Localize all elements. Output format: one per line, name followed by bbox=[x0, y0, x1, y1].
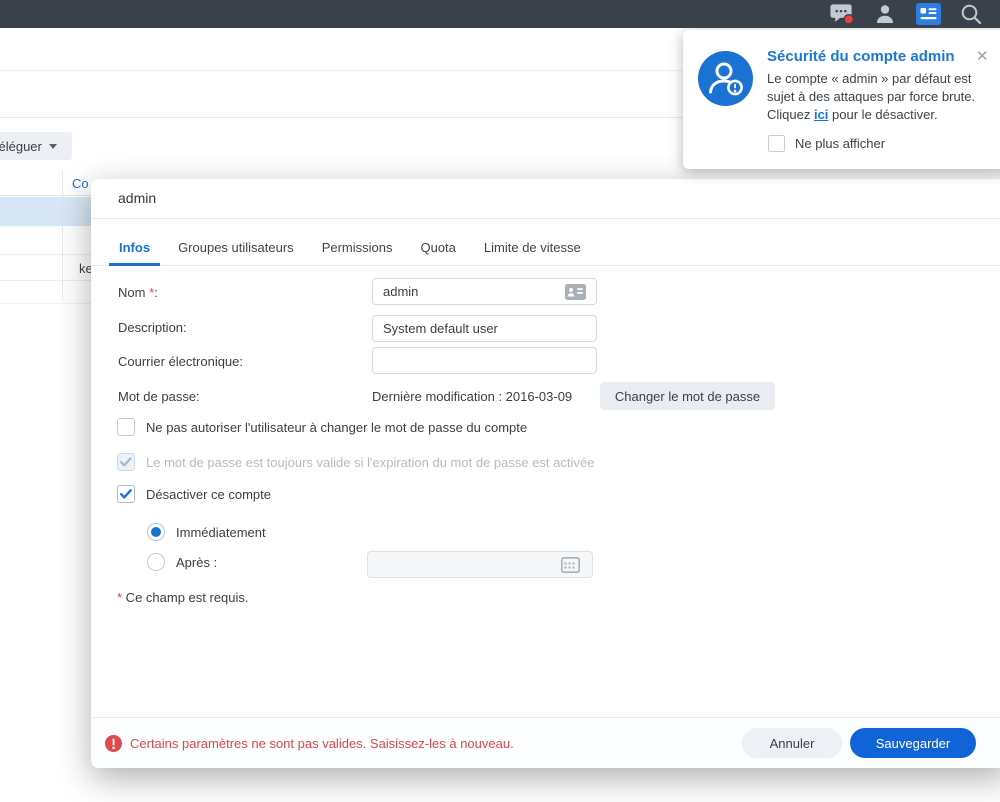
tab-quota[interactable]: Quota bbox=[410, 232, 465, 266]
tab-permissions[interactable]: Permissions bbox=[312, 232, 403, 266]
tab-groupes-utilisateurs[interactable]: Groupes utilisateurs bbox=[168, 232, 304, 266]
tab-infos[interactable]: Infos bbox=[109, 232, 160, 266]
error-message: Certains paramètres ne sont pas valides.… bbox=[130, 736, 514, 751]
bg-table-row-divider bbox=[0, 254, 92, 255]
user-edit-dialog: admin Infos Groupes utilisateurs Permiss… bbox=[91, 179, 1000, 768]
password-label: Mot de passe: bbox=[118, 389, 200, 404]
immediately-radio[interactable] bbox=[147, 523, 165, 541]
bg-table-header[interactable]: Co bbox=[72, 176, 89, 191]
password-always-valid-label: Le mot de passe est toujours valide si l… bbox=[146, 455, 594, 470]
save-button[interactable]: Sauvegarder bbox=[850, 728, 976, 758]
bg-table-header-border bbox=[0, 195, 92, 196]
no-password-change-checkbox[interactable] bbox=[117, 418, 135, 436]
bg-table-row-divider bbox=[0, 280, 92, 281]
disable-admin-link[interactable]: ici bbox=[814, 107, 828, 122]
close-icon[interactable]: ✕ bbox=[976, 47, 989, 65]
name-label: Nom *: bbox=[118, 285, 158, 300]
dont-show-again-checkbox[interactable] bbox=[768, 135, 785, 152]
notification-line: Le compte « admin » par défaut est bbox=[767, 70, 992, 88]
search-icon bbox=[960, 3, 982, 25]
dialog-tabs: Infos Groupes utilisateurs Permissions Q… bbox=[109, 232, 599, 266]
error-message-wrap: Certains paramètres ne sont pas valides.… bbox=[105, 735, 742, 752]
disable-account-label: Désactiver ce compte bbox=[146, 487, 271, 502]
notification-title: Sécurité du compte admin bbox=[767, 48, 955, 65]
notification-line: sujet à des attaques par force brute. bbox=[767, 88, 992, 106]
password-always-valid-checkbox[interactable] bbox=[117, 453, 135, 471]
notification-body: Le compte « admin » par défaut est sujet… bbox=[767, 70, 992, 124]
chat-button[interactable] bbox=[829, 2, 855, 26]
disable-account-checkbox[interactable] bbox=[117, 485, 135, 503]
after-label: Après : bbox=[176, 555, 217, 570]
name-input[interactable] bbox=[372, 278, 597, 305]
dialog-title-divider bbox=[91, 218, 1000, 219]
no-password-change-label: Ne pas autoriser l'utilisateur à changer… bbox=[146, 420, 527, 435]
delegate-button-label: Déléguer bbox=[0, 139, 42, 154]
screen: Déléguer Co ker bbox=[0, 0, 1000, 802]
bg-table-selected-row[interactable] bbox=[0, 197, 92, 226]
after-radio[interactable] bbox=[147, 553, 165, 571]
error-icon bbox=[105, 735, 122, 752]
change-password-button[interactable]: Changer le mot de passe bbox=[600, 382, 775, 410]
after-date-input[interactable] bbox=[367, 551, 593, 578]
email-label: Courrier électronique: bbox=[118, 354, 243, 369]
chat-icon bbox=[829, 2, 855, 27]
cancel-button[interactable]: Annuler bbox=[742, 728, 842, 758]
user-menu-button[interactable] bbox=[872, 2, 898, 26]
admin-security-notification: Sécurité du compte admin ✕ Le compte « a… bbox=[683, 30, 1000, 169]
dont-show-again-label: Ne plus afficher bbox=[795, 136, 885, 151]
notification-line: Cliquez ici pour le désactiver. bbox=[767, 106, 992, 124]
user-icon bbox=[874, 3, 896, 25]
delegate-button[interactable]: Déléguer bbox=[0, 132, 72, 160]
description-input[interactable] bbox=[372, 315, 597, 342]
required-field-note: * Ce champ est requis. bbox=[117, 590, 249, 605]
tab-limite-de-vitesse[interactable]: Limite de vitesse bbox=[474, 232, 591, 266]
radio-dot bbox=[151, 527, 161, 537]
chevron-down-icon bbox=[49, 144, 57, 149]
user-alert-icon bbox=[698, 51, 753, 111]
email-input[interactable] bbox=[372, 347, 597, 374]
widgets-icon bbox=[916, 3, 941, 25]
widgets-button[interactable] bbox=[915, 2, 941, 26]
bg-table-row-divider bbox=[0, 303, 92, 304]
password-last-modified: Dernière modification : 2016-03-09 bbox=[372, 389, 572, 404]
tabs-divider bbox=[91, 265, 1000, 266]
description-label: Description: bbox=[118, 320, 187, 335]
dialog-title: admin bbox=[118, 190, 156, 206]
immediately-label: Immédiatement bbox=[176, 525, 266, 540]
search-button[interactable] bbox=[958, 2, 984, 26]
topbar bbox=[0, 0, 1000, 28]
dialog-footer: Certains paramètres ne sont pas valides.… bbox=[91, 717, 1000, 768]
